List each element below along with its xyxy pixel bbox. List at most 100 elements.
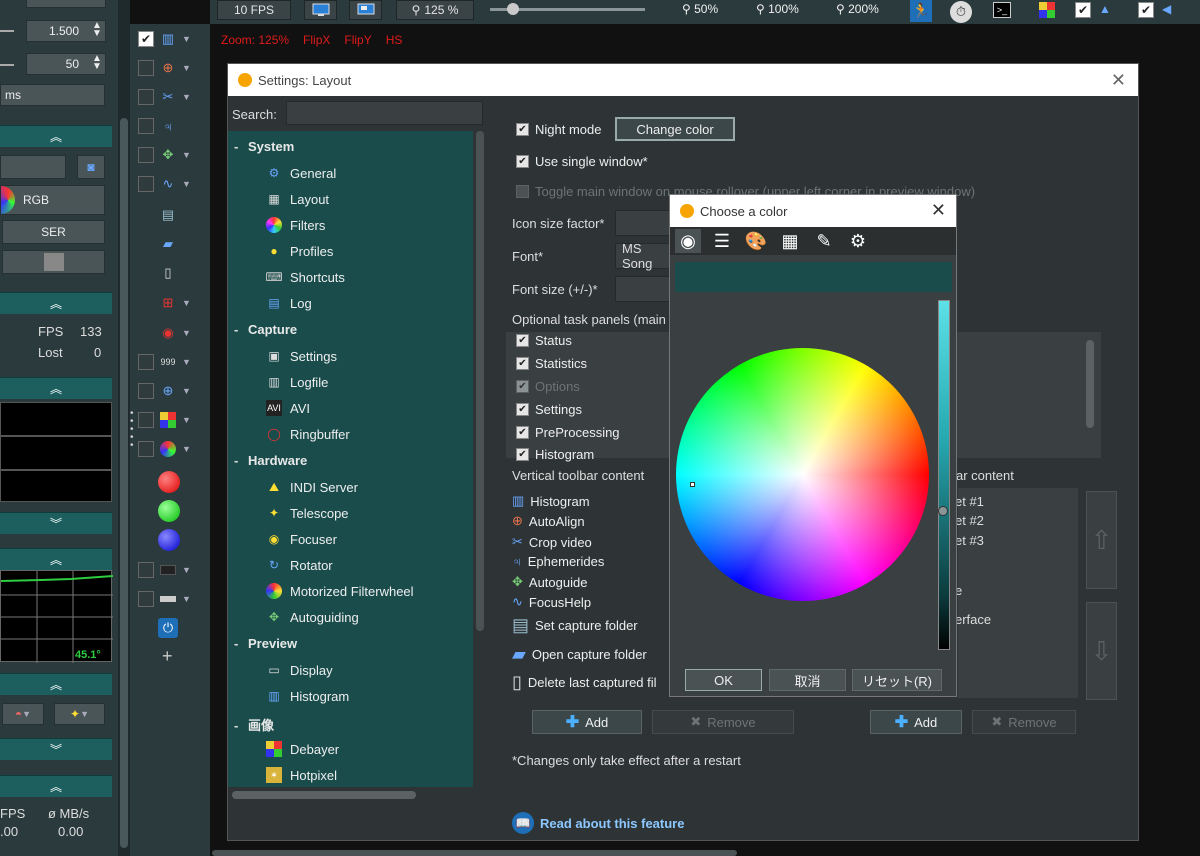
- panel-options-checkbox[interactable]: ✔ Options: [516, 379, 580, 394]
- grid-mode-icon[interactable]: ▦: [777, 229, 803, 253]
- bottom-scrollbar[interactable]: [212, 850, 737, 856]
- tree-group-capture[interactable]: - Capture: [234, 322, 297, 337]
- change-color-button[interactable]: Change color: [615, 117, 735, 141]
- zoom-preset-200[interactable]: ⚲ 200%: [836, 2, 879, 16]
- value-slider[interactable]: [938, 300, 950, 650]
- collapse-header[interactable]: ︽: [0, 125, 112, 147]
- spin-arrows-icon[interactable]: ▲ ▼: [92, 21, 102, 39]
- eyedropper-icon[interactable]: ✎: [811, 229, 837, 253]
- remove-horizontal-button[interactable]: ✖ Remove: [972, 710, 1076, 734]
- list-item[interactable]: ⊕ AutoAlign: [512, 513, 585, 529]
- green-channel-icon[interactable]: [158, 500, 180, 522]
- toolbar-black-row[interactable]: ▼: [138, 559, 208, 581]
- toolbar-delete[interactable]: ▯: [138, 262, 208, 284]
- exposure-dropdown[interactable]: ms: [0, 84, 105, 106]
- collapse-header[interactable]: ︽: [0, 775, 112, 797]
- tree-item-layout[interactable]: ▦ Layout: [266, 191, 329, 207]
- tree-group-system[interactable]: - System: [234, 139, 294, 154]
- panel-status-checkbox[interactable]: ✔ Status: [516, 333, 572, 348]
- toolbar-overlay[interactable]: ⊞ ▼: [138, 292, 208, 314]
- list-item[interactable]: ▤ Set capture folder: [512, 615, 638, 636]
- grid-colors-icon[interactable]: [1039, 2, 1055, 18]
- night-mode-checkbox[interactable]: ✔ Night mode: [516, 122, 601, 137]
- panel-settings-checkbox[interactable]: ✔ Settings: [516, 402, 582, 417]
- toolbar-counter-row[interactable]: 999 ▼: [138, 351, 208, 373]
- toolbar-rgb-row[interactable]: ▼: [138, 438, 208, 460]
- toolbar-target-row[interactable]: ⊕ ▼: [138, 380, 208, 402]
- tree-item-autoguiding[interactable]: ✥ Autoguiding: [266, 609, 359, 625]
- stopwatch-icon[interactable]: ⏱: [950, 1, 972, 23]
- add-horizontal-button[interactable]: ✚ Add: [870, 710, 962, 734]
- toolbar-white-row[interactable]: ▼: [138, 588, 208, 610]
- telescope-dropdown[interactable]: ✦ ▼: [54, 703, 105, 725]
- task-panels-scrollbar[interactable]: [1086, 340, 1094, 428]
- close-icon[interactable]: ✕: [931, 200, 946, 221]
- camera-field[interactable]: [0, 155, 66, 179]
- ok-button[interactable]: OK: [685, 669, 762, 691]
- scroll-thumb[interactable]: [120, 118, 128, 848]
- toolbar-open-folder[interactable]: ▰: [138, 233, 208, 255]
- list-item[interactable]: ▯ Delete last captured fil: [512, 672, 657, 693]
- tree-scrollbar[interactable]: [476, 131, 484, 631]
- camera-icon[interactable]: ◙: [77, 155, 105, 179]
- tree-item-filters[interactable]: Filters: [266, 217, 325, 233]
- list-item[interactable]: et #2: [955, 513, 984, 528]
- collapse-header[interactable]: ︽: [0, 377, 112, 399]
- list-item[interactable]: et #3: [955, 533, 984, 548]
- toolbar-autoguide-row[interactable]: ✥ ▼: [138, 144, 208, 166]
- rgb-button[interactable]: RGB: [0, 185, 105, 215]
- terminal-icon[interactable]: >_: [993, 2, 1011, 18]
- color-wheel-marker[interactable]: [690, 482, 695, 487]
- red-channel-icon[interactable]: [158, 471, 180, 493]
- color-wheel[interactable]: [676, 348, 929, 601]
- toolbar-record[interactable]: ◉ ▼: [138, 322, 208, 344]
- slider-stub[interactable]: [0, 30, 14, 32]
- reset-button[interactable]: リセット(R): [852, 669, 942, 691]
- slider-stub[interactable]: [0, 64, 14, 66]
- move-down-button[interactable]: ⇩: [1086, 602, 1117, 700]
- left-panel-scrollbar[interactable]: [118, 0, 130, 856]
- tree-item-histogram[interactable]: ▥ Histogram: [266, 688, 349, 704]
- top-field[interactable]: [26, 0, 106, 8]
- plus-icon[interactable]: +: [162, 646, 173, 667]
- tree-hscroll[interactable]: [232, 791, 416, 799]
- panel-statistics-checkbox[interactable]: ✔ Statistics: [516, 356, 587, 371]
- ser-button[interactable]: SER: [2, 220, 105, 244]
- tree-item-debayer[interactable]: Debayer: [266, 741, 339, 757]
- drag-handle[interactable]: • • • • •: [130, 409, 134, 451]
- toolbar-focushelp-row[interactable]: ∿ ▼: [138, 173, 208, 195]
- read-about-link[interactable]: 📖 Read about this feature: [512, 812, 684, 834]
- tree-group-preview[interactable]: - Preview: [234, 636, 297, 651]
- monitor-select-icon[interactable]: [349, 0, 382, 20]
- search-input[interactable]: [286, 101, 483, 125]
- toggle-button[interactable]: [2, 250, 105, 274]
- font-select[interactable]: MS Song: [615, 241, 675, 271]
- list-mode-icon[interactable]: ☰: [709, 229, 735, 253]
- list-item[interactable]: ▰ Open capture folder: [512, 644, 647, 665]
- toolbar-histogram-row[interactable]: ✔ ▥ ▼: [138, 28, 208, 50]
- list-item[interactable]: ✂ Crop video: [512, 534, 592, 550]
- panel-preprocessing-checkbox[interactable]: ✔ PreProcessing: [516, 425, 620, 440]
- remove-vertical-button[interactable]: ✖ Remove: [652, 710, 794, 734]
- toolbar-crop-row[interactable]: ✂ ▼: [138, 86, 208, 108]
- list-item[interactable]: et #1: [955, 494, 984, 509]
- tree-item-telescope[interactable]: ✦ Telescope: [266, 505, 349, 521]
- color-dialog-titlebar[interactable]: Choose a color: [670, 195, 956, 227]
- toolbar-capture-folder[interactable]: ▤: [138, 204, 208, 226]
- blue-channel-icon[interactable]: [158, 529, 180, 551]
- tree-item-logfile[interactable]: ▥ Logfile: [266, 374, 328, 390]
- close-icon[interactable]: ✕: [1111, 70, 1126, 91]
- list-item[interactable]: erface: [955, 612, 991, 627]
- tree-group-hardware[interactable]: - Hardware: [234, 453, 307, 468]
- tree-item-focuser[interactable]: ◉ Focuser: [266, 531, 337, 547]
- tree-item-hotpixel[interactable]: ✶ Hotpixel: [266, 767, 337, 783]
- cancel-button[interactable]: 取消: [769, 669, 846, 691]
- palette-icon[interactable]: 🎨: [743, 229, 769, 253]
- checkbox-arrow-toggle[interactable]: ✔: [1138, 2, 1154, 18]
- collapse-header[interactable]: ︾: [0, 738, 112, 760]
- zoom-preset-50[interactable]: ⚲ 50%: [682, 2, 718, 16]
- toolbar-grid-row[interactable]: ▼: [138, 409, 208, 431]
- collapse-header[interactable]: ︽: [0, 548, 112, 570]
- tree-item-indi-server[interactable]: ⛰ INDI Server: [266, 479, 358, 495]
- settings-titlebar[interactable]: Settings: Layout: [228, 64, 1138, 96]
